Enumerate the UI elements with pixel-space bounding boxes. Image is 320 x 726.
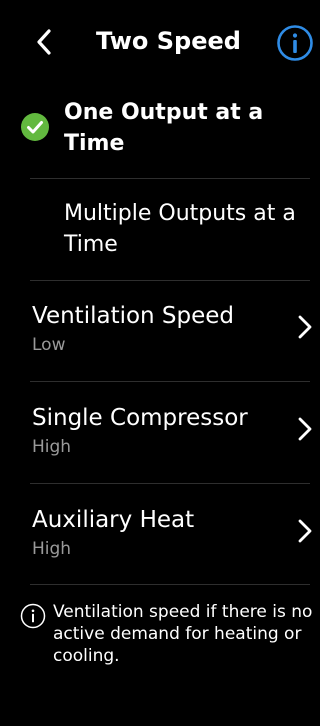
info-button[interactable] (276, 24, 314, 62)
setting-title: Single Compressor (32, 405, 248, 431)
divider (30, 584, 310, 585)
back-button[interactable] (30, 28, 58, 56)
option-multiple-outputs[interactable]: Multiple Outputs at a Time (30, 198, 312, 262)
option-label: One Output at a Time (64, 100, 264, 156)
option-one-output[interactable]: One Output at a Time (21, 97, 312, 161)
page-title: Two Speed (96, 27, 241, 55)
divider (30, 381, 310, 382)
setting-value: Low (32, 335, 66, 355)
info-circle-icon (20, 603, 46, 629)
chevron-right-icon (298, 417, 312, 441)
setting-value: High (32, 539, 72, 559)
setting-value: High (32, 437, 72, 457)
setting-row-ventilation-speed[interactable]: Ventilation Speed Low (0, 301, 320, 401)
chevron-right-icon (298, 519, 312, 543)
divider (30, 178, 310, 179)
setting-row-single-compressor[interactable]: Single Compressor High (0, 403, 320, 503)
setting-title: Auxiliary Heat (32, 507, 195, 533)
chevron-right-icon (298, 315, 312, 339)
header: Two Speed (0, 0, 320, 84)
footnote-text: Ventilation speed if there is no active … (53, 602, 313, 666)
divider (30, 483, 310, 484)
chevron-left-icon (37, 29, 51, 55)
check-circle-icon (21, 113, 49, 141)
setting-row-auxiliary-heat[interactable]: Auxiliary Heat High (0, 505, 320, 605)
option-label: Multiple Outputs at a Time (64, 201, 296, 257)
info-circle-icon (277, 25, 313, 61)
setting-title: Ventilation Speed (32, 303, 235, 329)
divider (30, 280, 310, 281)
